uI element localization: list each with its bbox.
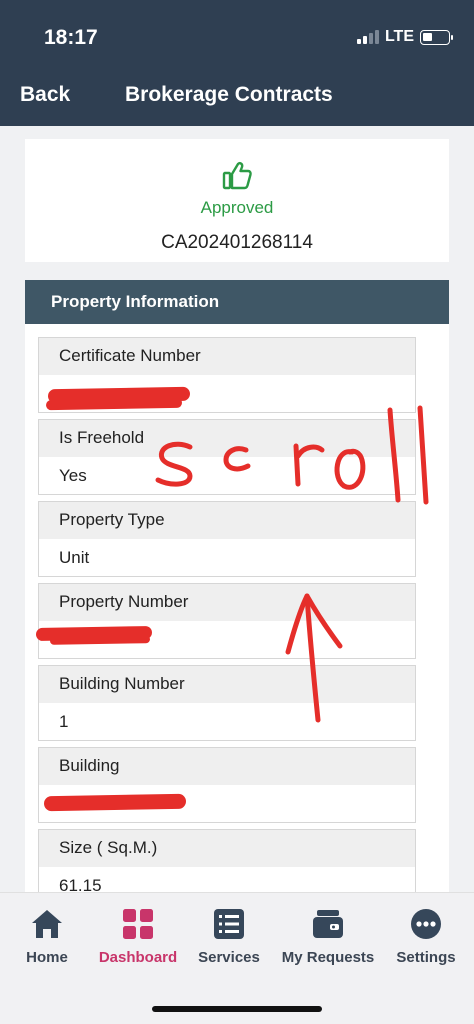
section-title: Property Information: [51, 292, 220, 311]
field-building-number: Building Number 1: [38, 665, 416, 741]
home-icon: [32, 910, 62, 938]
field-label: Property Type: [39, 502, 415, 539]
more-icon: [411, 909, 441, 939]
page-title: Brokerage Contracts: [125, 83, 333, 106]
tab-label: My Requests: [281, 949, 375, 966]
network-label: LTE: [384, 28, 414, 45]
back-button[interactable]: Back: [20, 83, 70, 107]
field-property-type: Property Type Unit: [38, 501, 416, 577]
top-bar: 18:17 LTE Back Brokerage Contracts: [0, 0, 474, 126]
field-value: Yes: [59, 466, 87, 485]
tab-label: Services: [198, 949, 260, 966]
tab-label: Home: [26, 949, 68, 966]
home-indicator[interactable]: [152, 1006, 322, 1012]
field-building: Building: [38, 747, 416, 823]
tab-dashboard[interactable]: Dashboard: [88, 907, 188, 966]
field-value: 61.15: [59, 876, 102, 892]
signal-icon: [356, 30, 379, 44]
field-is-freehold: Is Freehold Yes: [38, 419, 416, 495]
status-label: Approved: [200, 198, 274, 217]
status-time: 18:17: [44, 26, 98, 49]
field-label: Size ( Sq.M.): [39, 830, 415, 867]
section-header: Property Information: [25, 280, 449, 324]
field-label: Is Freehold: [39, 420, 415, 457]
tab-home[interactable]: Home: [0, 907, 97, 966]
wallet-icon: [313, 910, 343, 938]
list-icon: [214, 909, 244, 939]
battery-icon: [420, 29, 453, 45]
field-label: Property Number: [39, 584, 415, 621]
field-value: 1: [59, 712, 69, 731]
tab-services[interactable]: Services: [179, 907, 279, 966]
status-icons: LTE: [356, 28, 453, 46]
tab-label: Dashboard: [98, 949, 178, 966]
thumbs-up-icon: [222, 162, 252, 190]
field-value: Unit: [59, 548, 90, 567]
field-label: Building: [39, 748, 415, 785]
field-size: Size ( Sq.M.) 61.15: [38, 829, 416, 892]
field-label: Building Number: [39, 666, 415, 703]
redaction-mark: [43, 793, 187, 812]
field-label: Certificate Number: [39, 338, 415, 375]
tab-label: Settings: [396, 949, 456, 966]
bottom-tab-bar: Home Dashboard Services My Requests Sett…: [0, 892, 474, 1024]
content-area[interactable]: Approved CA202401268114 Property Informa…: [0, 126, 474, 892]
tab-settings[interactable]: Settings: [376, 907, 474, 966]
status-card: Approved CA202401268114: [25, 139, 449, 262]
dashboard-icon: [123, 909, 153, 939]
field-property-number: Property Number: [38, 583, 416, 659]
reference-number: CA202401268114: [161, 232, 313, 253]
tab-my-requests[interactable]: My Requests: [272, 907, 384, 966]
